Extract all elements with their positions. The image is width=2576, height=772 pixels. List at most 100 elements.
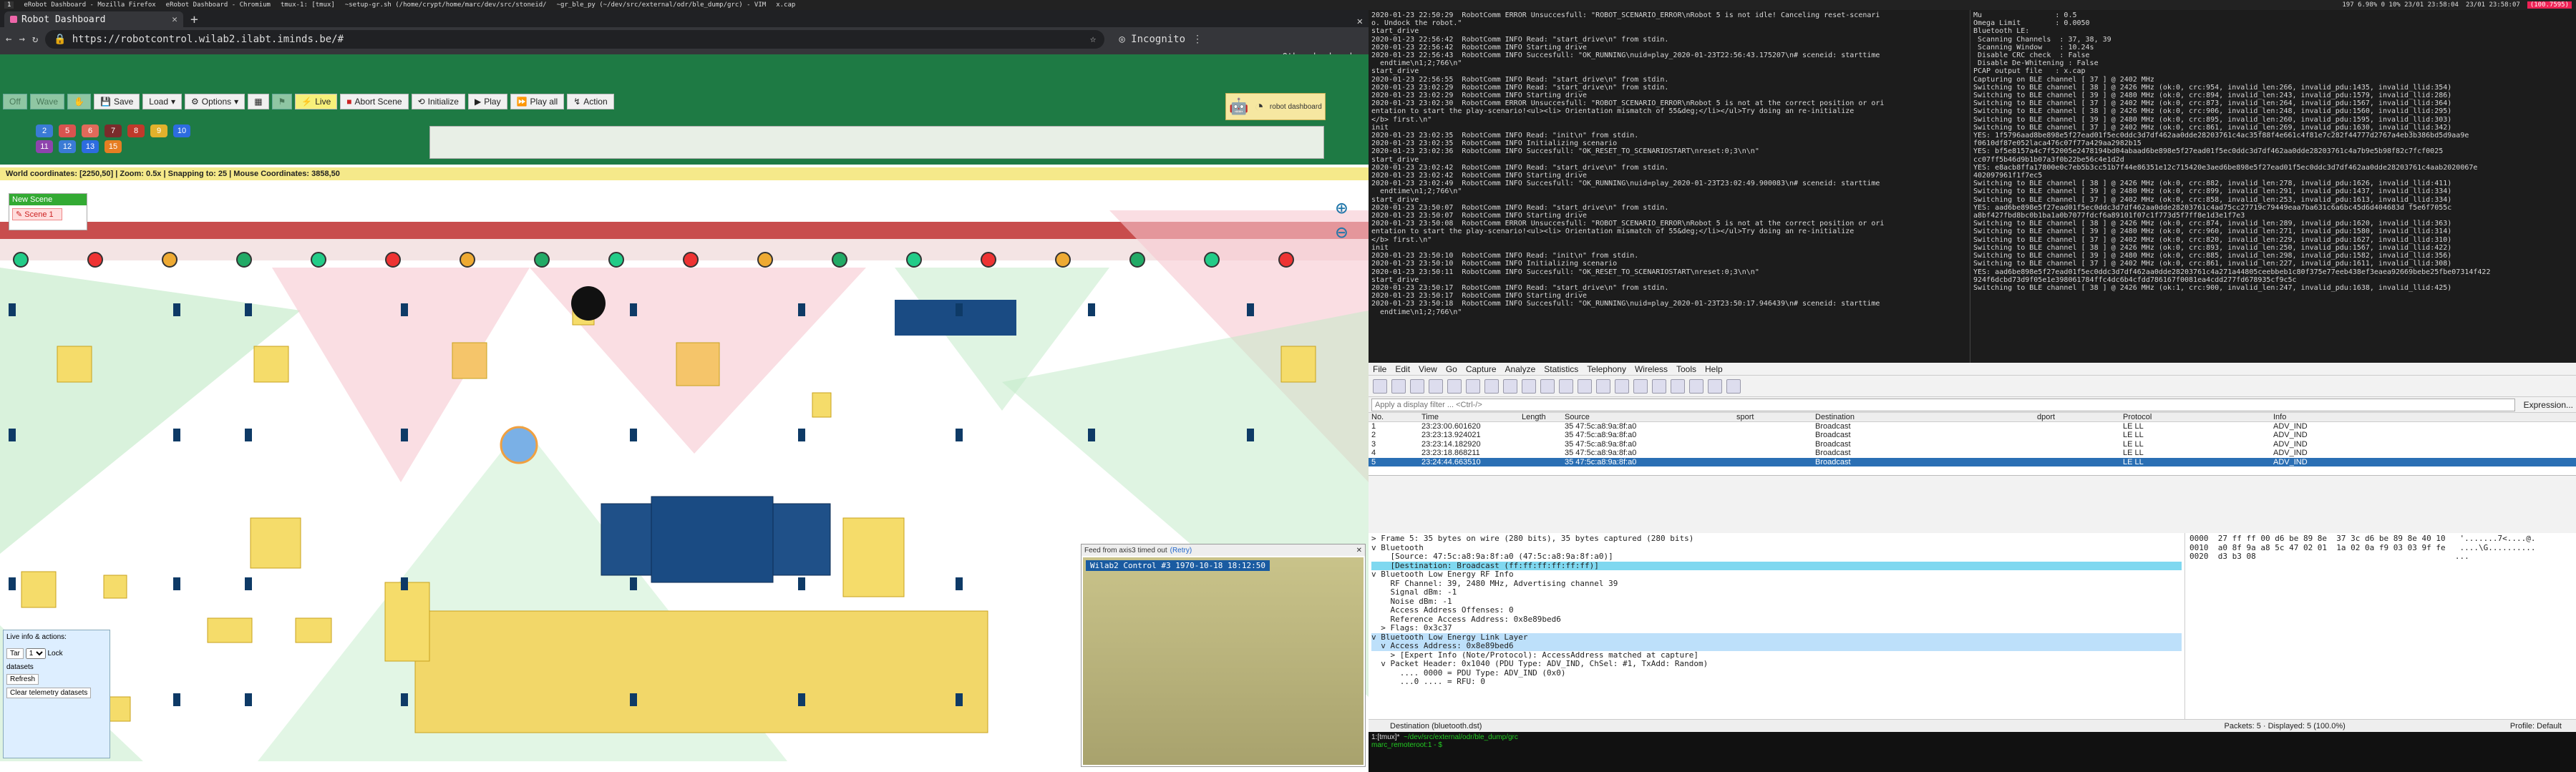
dock-robot[interactable] [87,252,103,268]
dock-robot[interactable] [162,252,178,268]
play-all-button[interactable]: ⏩ Play all [510,94,565,109]
detail-line[interactable]: Reference Access Address: 0x8e89bed6 [1371,615,2182,625]
dock-robot[interactable] [534,252,550,268]
detail-line[interactable]: .... 0000 = PDU Type: ADV_IND (0x0) [1371,668,2182,678]
toolbar-icon[interactable] [1559,378,1573,394]
toolbar-icon[interactable] [1633,378,1648,394]
close-tab-icon[interactable]: ✕ [172,14,178,25]
star-icon[interactable]: ☆ [1090,34,1096,45]
menu-item[interactable]: Go [1446,364,1457,374]
dock-robot[interactable] [1278,252,1294,268]
retry-link[interactable]: (Retry) [1170,547,1192,554]
toolbar-icon[interactable] [1391,378,1406,394]
menu-item[interactable]: View [1419,364,1437,374]
scene-header[interactable]: New Scene [9,194,87,205]
detail-line[interactable]: Signal dBm: -1 [1371,587,2182,597]
close-window-icon[interactable]: ✕ [1351,16,1369,27]
zoom-out-icon[interactable]: ⊖ [1336,220,1348,244]
action-button[interactable]: ↯ Action [567,94,614,109]
detail-line[interactable]: [Source: 47:5c:a8:9a:8f:a0 (47:5c:a8:9a:… [1371,552,2182,562]
toolbar-icon[interactable] [1429,378,1443,394]
robot-chip[interactable]: 10 [173,124,190,137]
toolbar-icon[interactable] [1689,378,1703,394]
dock-robot[interactable] [981,252,996,268]
ble-sniffer-terminal[interactable]: Mu : 0.5 Omega Limit : 0.0050 Bluetooth LE… [1970,10,2576,363]
toolbar-icon[interactable] [1596,378,1610,394]
packet-row[interactable]: 1 23:23:00.601620 35 47:5c:a8:9a:8f:a0 Broa… [1369,422,2576,431]
toolbar-icon[interactable] [1410,378,1424,394]
incognito-indicator[interactable]: ◎ Incognito [1119,34,1185,45]
robot-chip[interactable]: 13 [82,140,99,153]
toolbar-icon[interactable] [1726,378,1741,394]
tar-button[interactable]: Tar [6,648,24,659]
tmux-status[interactable]: 1:[tmux]* ~/dev/src/external/odr/ble_dum… [1369,732,2576,772]
menu-item[interactable]: Edit [1395,364,1410,374]
robotcomm-terminal[interactable]: 2020-01-23 22:50:29 RobotComm ERROR Unsu… [1369,10,1970,363]
robot-chip[interactable]: 11 [36,140,53,153]
robot-chip[interactable]: 7 [105,124,122,137]
toolbar-icon[interactable] [1671,378,1685,394]
detail-line[interactable]: v Access Address: 0x8e89bed6 [1371,641,2182,651]
firefox-window-title[interactable]: eRobot Dashboard - Mozilla Firefox [24,1,155,9]
robot-chip[interactable]: 2 [36,124,53,137]
detail-line[interactable]: > Frame 5: 35 bytes on wire (280 bits), … [1371,534,2182,544]
dock-robot[interactable] [1129,252,1145,268]
dock-robot[interactable] [1204,252,1220,268]
menu-item[interactable]: Analyze [1505,364,1536,374]
toolbar-icon[interactable] [1540,378,1555,394]
toolbar-icon[interactable] [1373,378,1387,394]
dock-robot[interactable] [906,252,922,268]
toolbar-icon[interactable] [1578,378,1592,394]
detail-line[interactable]: v Bluetooth Low Energy RF Info [1371,570,2182,580]
packet-details[interactable]: > Frame 5: 35 bytes on wire (280 bits), … [1369,533,2184,719]
tar-select[interactable]: 1 [25,648,46,659]
detail-line[interactable]: Access Address Offenses: 0 [1371,605,2182,615]
menu-item[interactable]: Statistics [1544,364,1578,374]
dock-robot[interactable] [13,252,29,268]
dock-robot[interactable] [757,252,773,268]
dock-robot[interactable] [683,252,699,268]
profile-label[interactable]: Profile: Default [2510,722,2562,731]
dock-robot[interactable] [311,252,326,268]
zoom-in-icon[interactable]: ⊕ [1336,196,1348,220]
menu-item[interactable]: Wireless [1635,364,1668,374]
dock-robot[interactable] [385,252,401,268]
menu-icon[interactable]: ⋮ [1192,34,1202,45]
workspace-indicator[interactable]: 1 [4,1,14,9]
robot-chip[interactable]: 9 [150,124,167,137]
load-button[interactable]: Load ▾ [142,94,183,109]
robot-chip[interactable]: 15 [105,140,122,153]
detail-line[interactable]: > Flags: 0x3c37 [1371,623,2182,633]
tab-robot-dashboard[interactable]: Robot Dashboard ✕ [4,11,183,27]
menu-item[interactable]: Help [1705,364,1723,374]
packet-row[interactable]: 4 23:23:18.868211 35 47:5c:a8:9a:8f:a0 Broa… [1369,449,2576,458]
refresh-button[interactable]: Refresh [6,674,39,685]
wave-button[interactable]: Wave [29,94,65,109]
toolbar-icon[interactable] [1708,378,1722,394]
disabled-button[interactable]: ⚑ [271,94,293,109]
address-bar[interactable]: 🔒 https://robotcontrol.wilab2.ilabt.imin… [45,30,1105,49]
robot-chip[interactable]: 5 [59,124,76,137]
dock-robot[interactable] [608,252,624,268]
toolbar-icon[interactable] [1447,378,1462,394]
packet-row[interactable]: 2 23:23:13.924021 35 47:5c:a8:9a:8f:a0 Broa… [1369,431,2576,440]
forward-icon[interactable]: → [19,34,24,45]
cap-window-title[interactable]: x.cap [776,1,795,9]
back-icon[interactable]: ← [6,34,11,45]
display-filter-input[interactable] [1371,398,2515,411]
initialize-button[interactable]: ⟲ Initialize [411,94,465,109]
dock-robot[interactable] [236,252,252,268]
detail-line[interactable]: ...0 .... = RFU: 0 [1371,677,2182,687]
new-tab-button[interactable]: + [183,12,205,27]
toolbar-icon[interactable] [1466,378,1480,394]
robot-chip[interactable]: 6 [82,124,99,137]
packet-bytes[interactable]: 0000 27 ff ff 00 d6 be 89 8e 37 3c d6 be… [2184,533,2576,719]
toolbar-icon[interactable] [1503,378,1517,394]
detail-line[interactable]: v Packet Header: 0x1040 (PDU Type: ADV_I… [1371,659,2182,669]
menu-item[interactable]: Capture [1466,364,1497,374]
options-button[interactable]: ⚙ Options ▾ [185,94,246,109]
toolbar-icon[interactable] [1522,378,1536,394]
robot-chip[interactable]: 8 [127,124,145,137]
scene-selector[interactable]: ✎ Scene 1 [12,208,62,220]
dock-robot[interactable] [460,252,475,268]
